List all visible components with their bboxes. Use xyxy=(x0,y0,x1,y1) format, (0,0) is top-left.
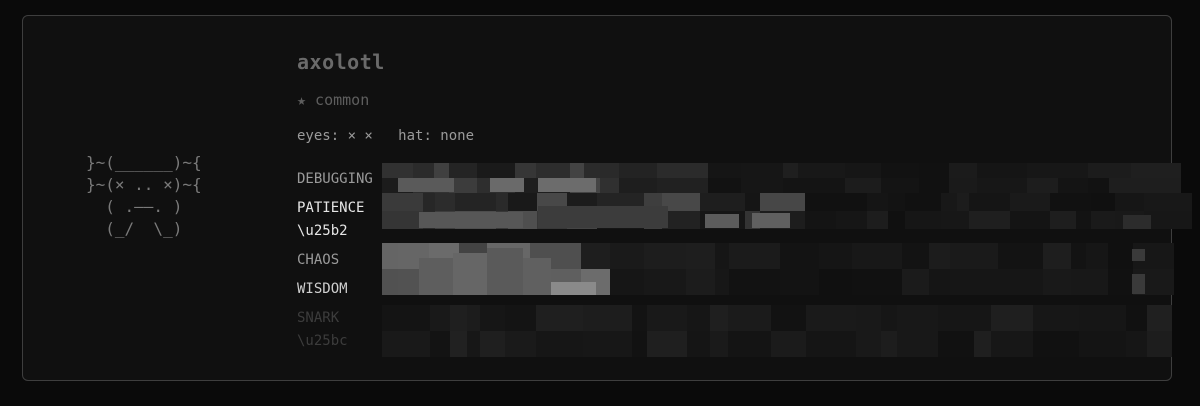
creature-name: axolotl xyxy=(297,50,385,74)
stat-chaos-label: CHAOS xyxy=(297,252,340,268)
stat-debugging-label: DEBUGGING xyxy=(297,171,373,187)
traits-row: eyes: × × hat: none xyxy=(297,128,474,144)
eyes-trait: eyes: × × xyxy=(297,128,373,144)
rarity-label: ★ common xyxy=(297,91,370,109)
stat-snark-label: SNARK xyxy=(297,310,340,326)
stat-patience-label: PATIENCE xyxy=(297,200,365,216)
scroll-up-marker: \u25b2 xyxy=(297,223,348,239)
hat-trait: hat: none xyxy=(398,128,475,144)
stat-wisdom-label: WISDOM xyxy=(297,281,348,297)
creature-ascii-art: }~(______)~{ }~(× .. ×)~{ ( .––. ) (_/ \… xyxy=(86,153,202,238)
scroll-down-marker: \u25bc xyxy=(297,333,348,349)
